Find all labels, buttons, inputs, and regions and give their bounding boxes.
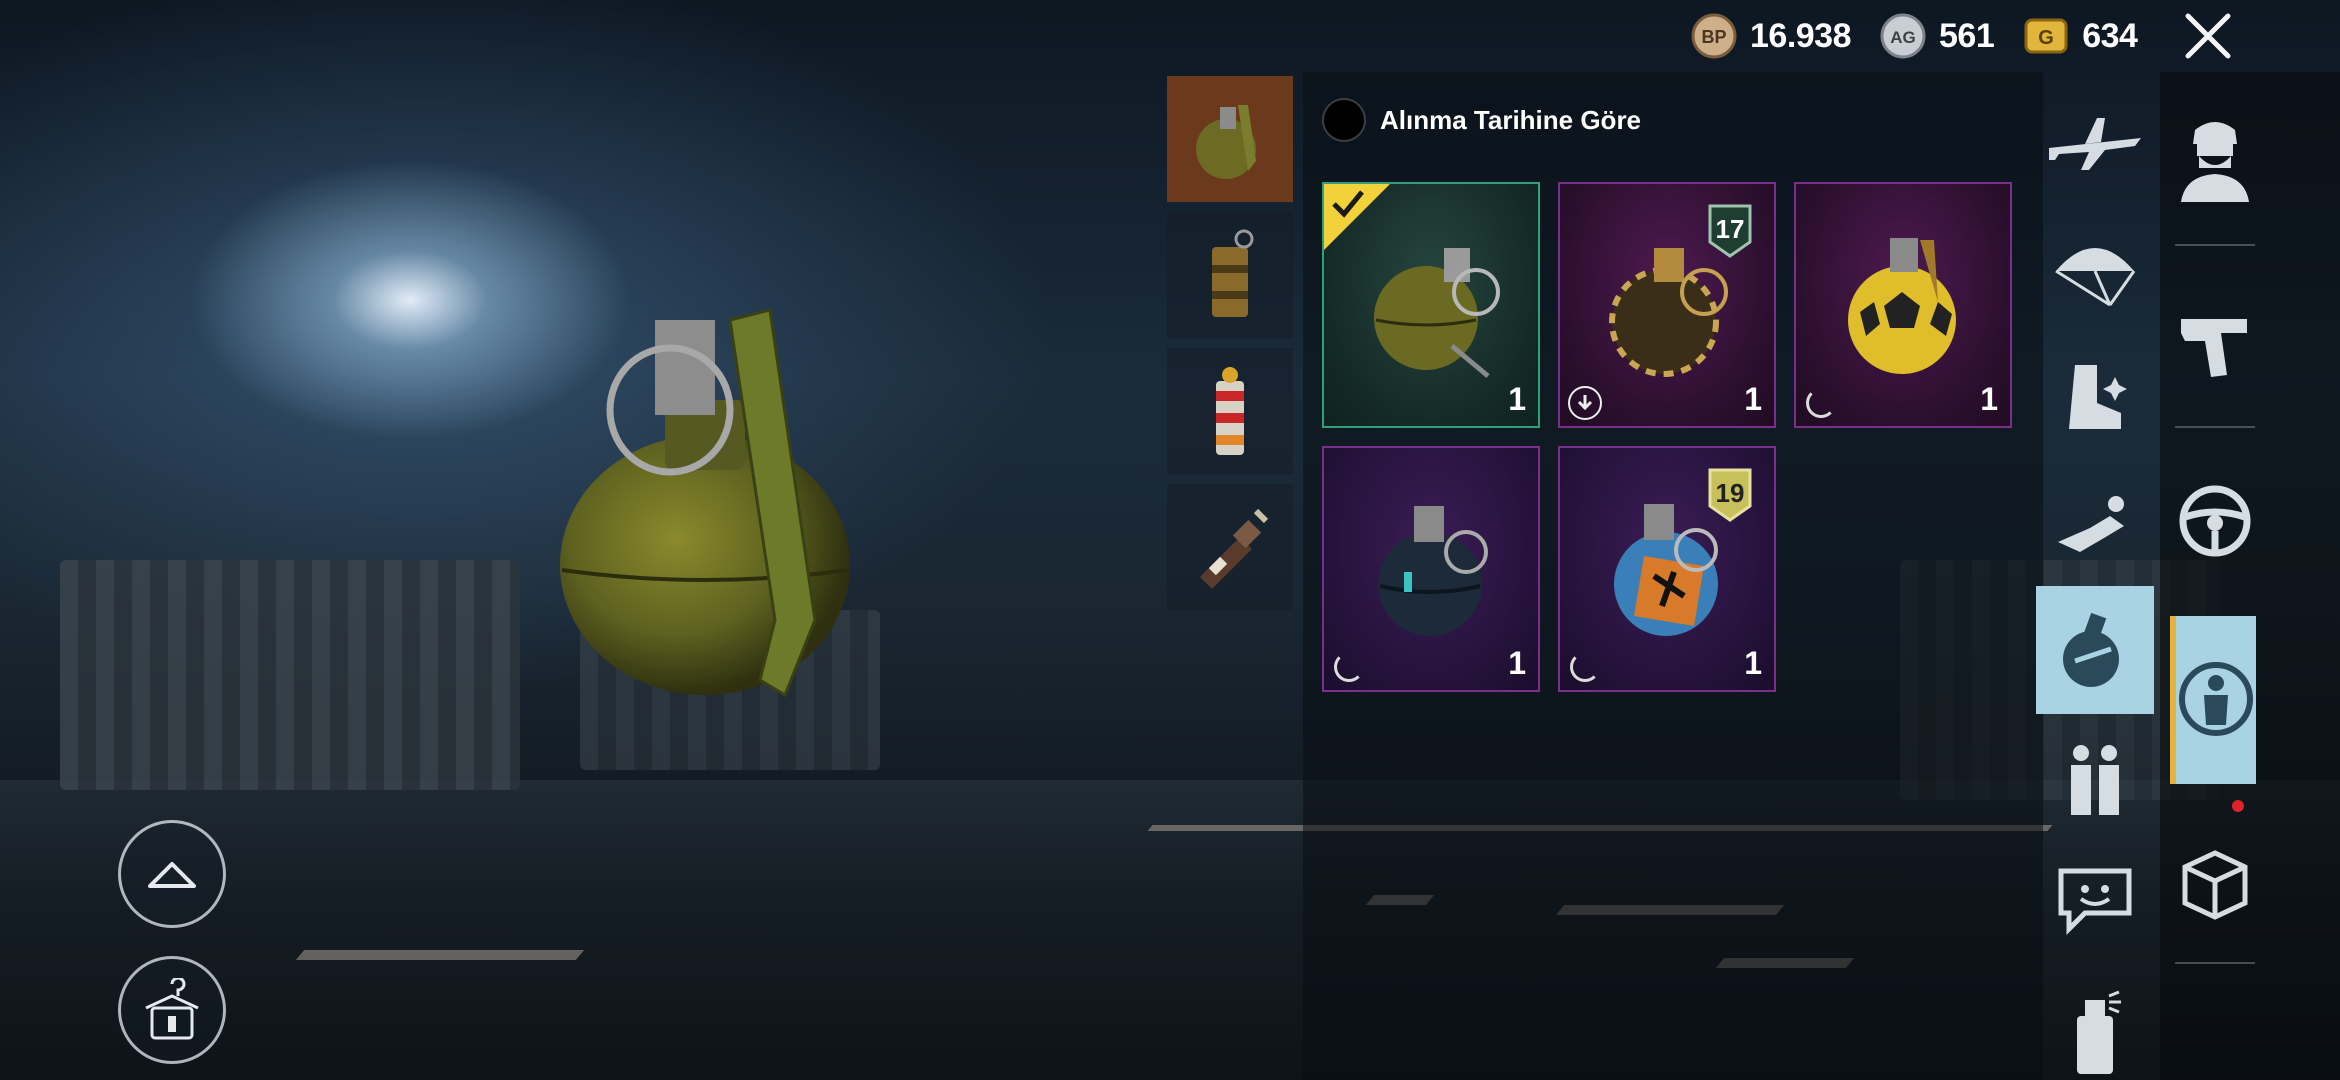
parachute-icon bbox=[2055, 248, 2136, 307]
category-chat[interactable] bbox=[2036, 842, 2154, 960]
spray-icon bbox=[2077, 990, 2121, 1074]
item-quantity: 1 bbox=[1508, 645, 1526, 681]
outfit-icon bbox=[2181, 122, 2249, 202]
items-icon bbox=[2179, 662, 2253, 736]
sort-toggle[interactable]: Alınma Tarihine Göre bbox=[1322, 98, 1641, 142]
tab-divider bbox=[2175, 962, 2255, 964]
item-card-frag-default[interactable]: 1 bbox=[1322, 182, 1540, 428]
svg-text:G: G bbox=[2038, 27, 2054, 49]
loading-spinner-icon bbox=[1570, 652, 1600, 682]
emote-icon bbox=[2058, 496, 2124, 552]
chevron-up-icon bbox=[148, 862, 196, 888]
item-card-frag-painted[interactable]: 19 1 bbox=[1558, 446, 1776, 692]
tab-crate[interactable] bbox=[2170, 824, 2260, 942]
molotov-icon bbox=[1200, 508, 1269, 589]
ag-currency: AG 561 bbox=[1879, 12, 1995, 60]
download-icon[interactable] bbox=[1568, 386, 1602, 420]
sort-radio[interactable] bbox=[1322, 98, 1366, 142]
tab-vehicle[interactable] bbox=[2170, 462, 2260, 580]
subcategory-stun-grenade[interactable] bbox=[1167, 348, 1293, 474]
tab-items[interactable] bbox=[2170, 616, 2256, 784]
shoes-icon bbox=[2069, 365, 2127, 429]
sort-label: Alınma Tarihine Göre bbox=[1380, 104, 1642, 135]
floor-streak bbox=[295, 950, 585, 960]
vehicle-icon bbox=[2179, 485, 2251, 557]
football-frag-grenade-art bbox=[1848, 238, 1956, 374]
tab-divider bbox=[2175, 426, 2255, 428]
currency-bar: BP 16.938 AG 561 G 634 bbox=[1690, 0, 2340, 72]
crate-icon bbox=[2182, 850, 2248, 920]
ag-coin-icon: AG bbox=[1880, 13, 1926, 59]
svg-text:AG: AG bbox=[1890, 28, 1916, 47]
item-card-frag-football[interactable]: 1 bbox=[1794, 182, 2012, 428]
item-quantity: 1 bbox=[1744, 645, 1762, 681]
season-badge: 17 bbox=[1708, 204, 1752, 258]
subcategory-frag-grenade[interactable] bbox=[1167, 76, 1293, 202]
weapon-icon bbox=[2181, 319, 2247, 377]
category-parachute[interactable] bbox=[2036, 212, 2154, 330]
loading-spinner-icon bbox=[1806, 388, 1836, 418]
tab-weapon[interactable] bbox=[2170, 282, 2260, 400]
item-card-frag-dark[interactable]: 1 bbox=[1322, 446, 1540, 692]
g-coin-icon: G bbox=[2024, 18, 2068, 54]
bp-coin-icon: BP bbox=[1691, 13, 1737, 59]
category-shoes[interactable] bbox=[2036, 338, 2154, 456]
svg-text:19: 19 bbox=[1716, 478, 1745, 508]
frag-grenade-icon bbox=[1196, 105, 1256, 179]
item-quantity: 1 bbox=[1980, 381, 1998, 417]
g-value: 634 bbox=[2082, 16, 2138, 55]
svg-text:BP: BP bbox=[1701, 27, 1726, 47]
check-icon bbox=[1332, 190, 1364, 218]
category-grenade[interactable] bbox=[2036, 586, 2154, 714]
grenade-preview-model[interactable] bbox=[540, 300, 900, 720]
loading-spinner-icon bbox=[1334, 652, 1364, 682]
svg-text:17: 17 bbox=[1716, 214, 1745, 244]
category-emote[interactable] bbox=[2036, 466, 2154, 584]
companion-icon bbox=[2071, 745, 2119, 815]
expand-up-button[interactable] bbox=[118, 820, 226, 928]
close-icon[interactable] bbox=[2182, 10, 2234, 62]
subcategory-smoke-grenade[interactable] bbox=[1167, 212, 1293, 338]
wardrobe-button[interactable] bbox=[118, 956, 226, 1064]
bp-value: 16.938 bbox=[1750, 16, 1852, 55]
tab-outfit[interactable] bbox=[2170, 100, 2260, 218]
grenade-icon bbox=[2063, 612, 2119, 687]
ag-value: 561 bbox=[1939, 16, 1995, 55]
category-companion[interactable] bbox=[2036, 720, 2154, 838]
smoke-grenade-icon bbox=[1212, 229, 1254, 317]
bp-currency: BP 16.938 bbox=[1690, 12, 1852, 60]
category-airplane[interactable] bbox=[2036, 84, 2154, 202]
hanger-icon bbox=[145, 978, 199, 1040]
chat-icon bbox=[2058, 868, 2132, 936]
airplane-icon bbox=[2049, 118, 2141, 170]
crate-left bbox=[60, 560, 520, 790]
subcategory-molotov[interactable] bbox=[1167, 484, 1293, 610]
g-currency: G 634 bbox=[2022, 12, 2138, 60]
category-spray[interactable] bbox=[2036, 972, 2154, 1080]
tab-divider bbox=[2175, 244, 2255, 246]
item-quantity: 1 bbox=[1744, 381, 1762, 417]
stun-grenade-icon bbox=[1216, 367, 1244, 455]
season-badge: 19 bbox=[1708, 468, 1752, 522]
item-card-frag-golden[interactable]: 17 1 bbox=[1558, 182, 1776, 428]
dark-frag-grenade-art bbox=[1378, 506, 1488, 636]
notification-dot bbox=[2232, 800, 2244, 812]
item-quantity: 1 bbox=[1508, 381, 1526, 417]
